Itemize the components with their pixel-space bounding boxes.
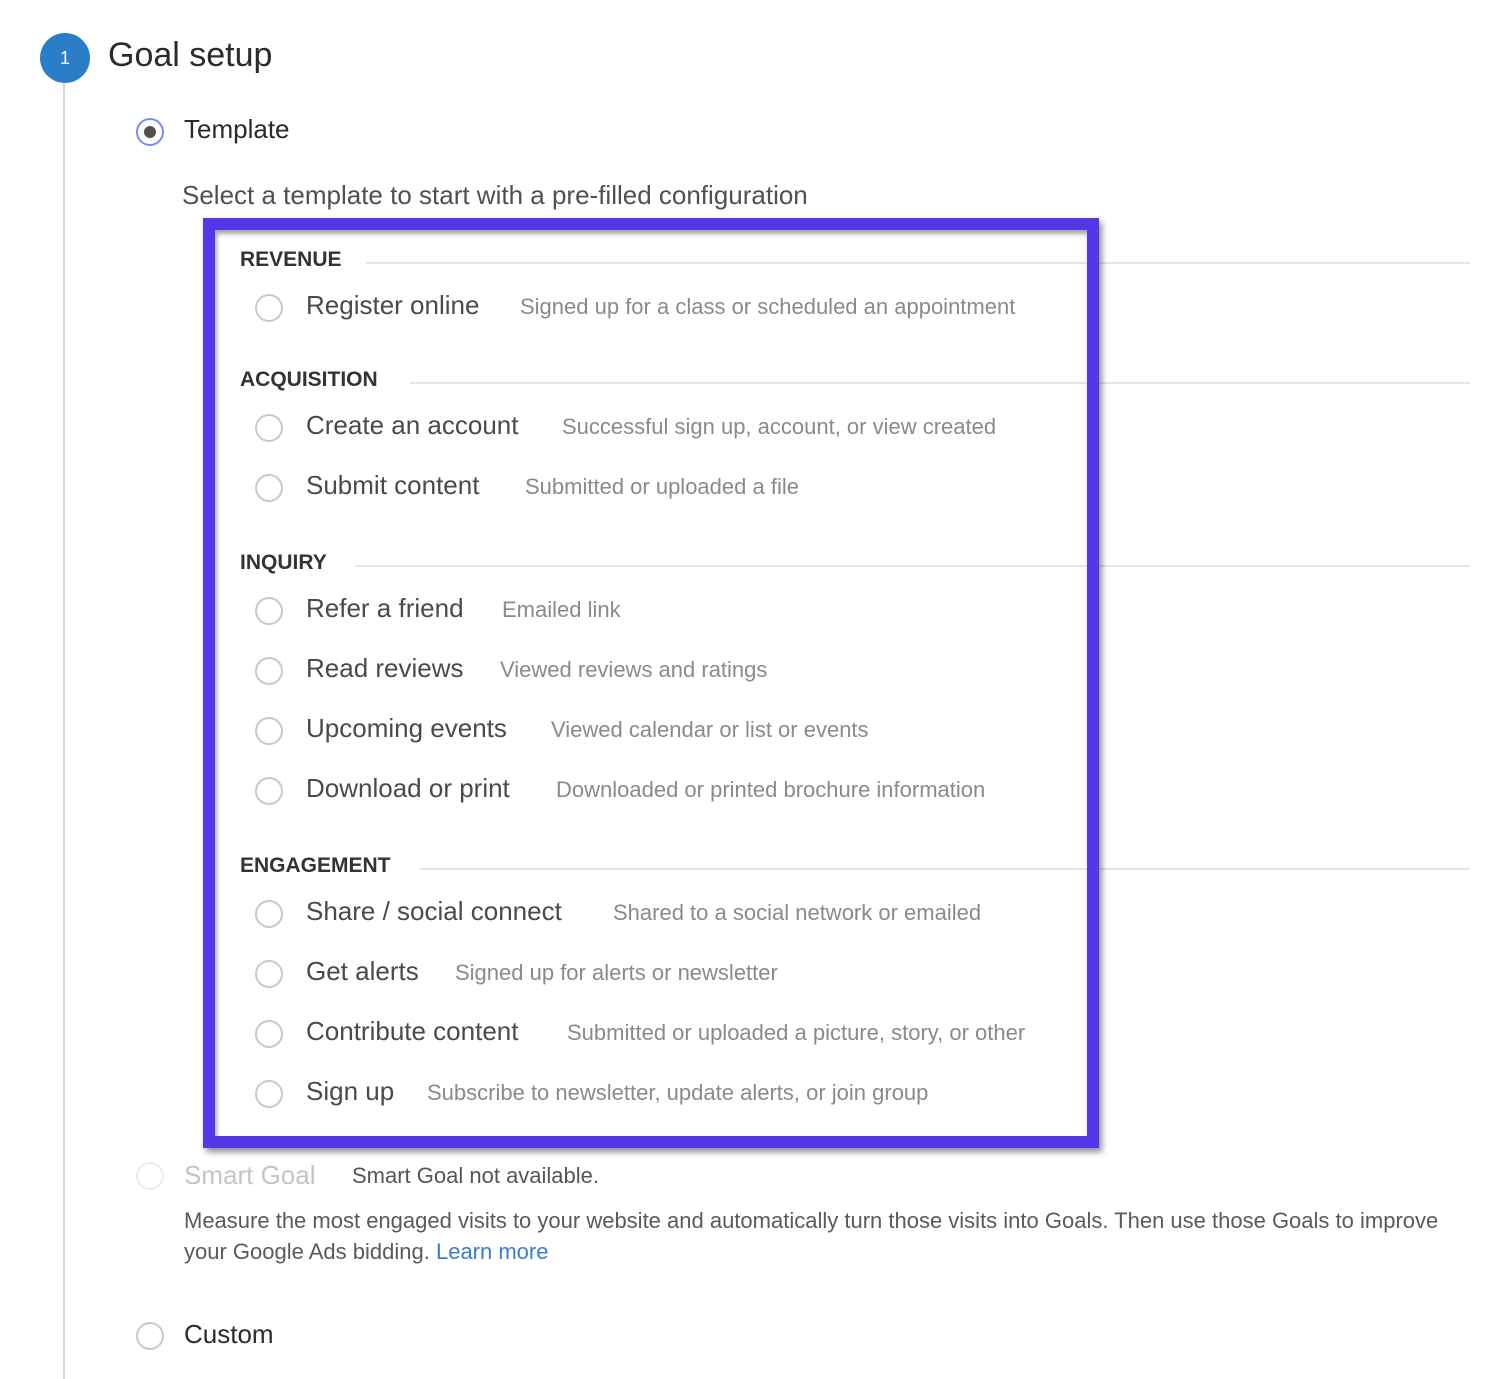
radio-button[interactable] <box>255 960 283 988</box>
smart-goal-note: Smart Goal not available. <box>352 1163 600 1188</box>
template-option-name: Upcoming events <box>306 713 507 743</box>
template-option-name: Read reviews <box>306 653 464 683</box>
template-label[interactable]: Template <box>184 114 290 145</box>
section-header-engagement: ENGAGEMENT <box>240 854 391 877</box>
step-number: 1 <box>59 47 70 68</box>
template-option-name: Register online <box>306 290 480 320</box>
section-divider <box>366 262 1470 264</box>
template-option-name: Sign up <box>306 1076 395 1106</box>
template-option-description: Successful sign up, account, or view cre… <box>562 414 997 439</box>
template-option-description: Submitted or uploaded a picture, story, … <box>567 1020 1026 1045</box>
section-header-inquiry: INQUIRY <box>240 551 327 574</box>
template-option-description: Viewed calendar or list or events <box>551 717 869 742</box>
template-option-description: Submitted or uploaded a file <box>525 474 799 499</box>
section-divider <box>410 382 1470 384</box>
template-option-name: Submit content <box>306 470 480 500</box>
radio-button[interactable] <box>255 777 283 805</box>
template-option-description: Shared to a social network or emailed <box>613 900 982 925</box>
template-option-name: Get alerts <box>306 956 419 986</box>
stepper-line <box>63 83 65 1379</box>
radio-button[interactable] <box>255 717 283 745</box>
template-option-description: Downloaded or printed brochure informati… <box>556 777 986 802</box>
custom-radio[interactable] <box>136 1322 164 1350</box>
template-radio[interactable] <box>136 118 164 146</box>
template-option-name: Refer a friend <box>306 593 464 623</box>
template-option-description: Subscribe to newsletter, update alerts, … <box>427 1080 929 1105</box>
template-option-description: Viewed reviews and ratings <box>500 657 768 682</box>
page-title: Goal setup <box>108 36 273 74</box>
radio-button[interactable] <box>255 597 283 625</box>
radio-button[interactable] <box>255 900 283 928</box>
section-divider <box>420 868 1470 870</box>
section-header-revenue: REVENUE <box>240 248 342 271</box>
template-option-name: Create an account <box>306 410 519 440</box>
radio-button[interactable] <box>255 1020 283 1048</box>
template-option-name: Contribute content <box>306 1016 519 1046</box>
section-divider <box>355 565 1470 567</box>
radio-button[interactable] <box>255 1080 283 1108</box>
template-option-description: Emailed link <box>502 597 621 622</box>
smart-goal-label: Smart Goal <box>184 1160 316 1190</box>
smart-goal-description: Measure the most engaged visits to your … <box>184 1205 1474 1267</box>
radio-button[interactable] <box>255 657 283 685</box>
custom-label[interactable]: Custom <box>184 1319 274 1350</box>
template-option-name: Share / social connect <box>306 896 562 926</box>
template-option-description: Signed up for a class or scheduled an ap… <box>520 294 1016 319</box>
radio-button[interactable] <box>255 294 283 322</box>
smart-goal-description-text: Measure the most engaged visits to your … <box>184 1208 1439 1264</box>
template-option-name: Download or print <box>306 773 510 803</box>
smart-goal-radio <box>136 1162 164 1190</box>
learn-more-link[interactable]: Learn more <box>436 1239 549 1264</box>
section-header-acquisition: ACQUISITION <box>240 368 378 391</box>
step-number-badge: 1 <box>40 33 90 83</box>
radio-button[interactable] <box>255 474 283 502</box>
template-option-description: Signed up for alerts or newsletter <box>455 960 778 985</box>
template-subtitle: Select a template to start with a pre-fi… <box>182 180 808 210</box>
radio-button[interactable] <box>255 414 283 442</box>
